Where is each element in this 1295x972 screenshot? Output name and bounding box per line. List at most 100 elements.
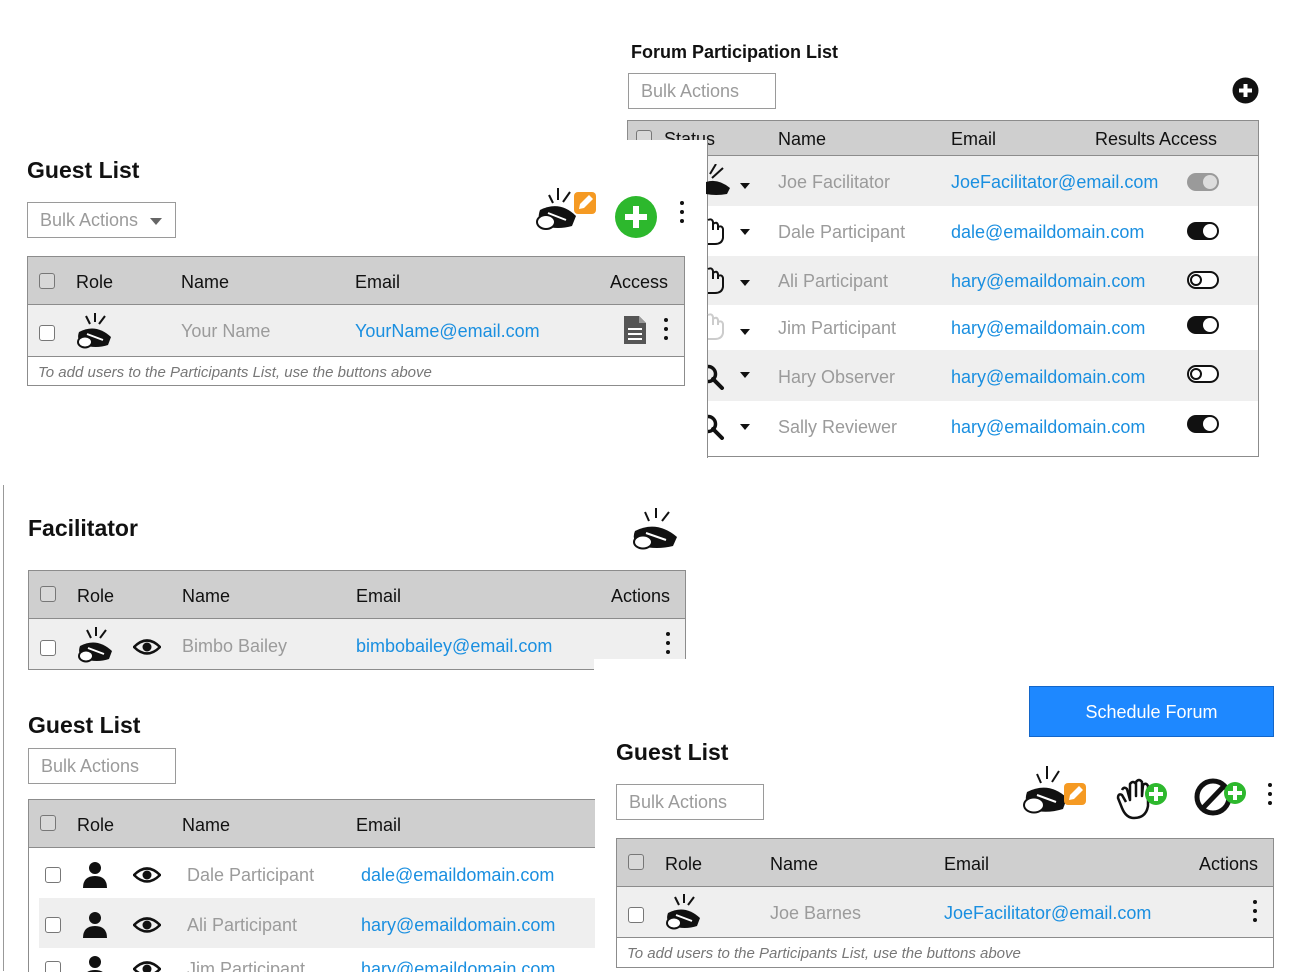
select-all-checkbox[interactable]: [40, 586, 56, 602]
kebab-menu-icon[interactable]: [680, 201, 684, 228]
add-no-entry-icon[interactable]: [1193, 776, 1249, 818]
document-icon[interactable]: [623, 315, 647, 345]
whistle-icon: [665, 894, 703, 930]
col-email: Email: [355, 272, 400, 293]
table-header: Role Name Email Access: [28, 257, 684, 305]
col-role: Role: [665, 854, 702, 875]
row-checkbox[interactable]: [45, 867, 61, 883]
col-email: Email: [356, 815, 401, 836]
participant-email[interactable]: JoeFacilitator@email.com: [951, 172, 1158, 193]
participant-name: Ali Participant: [778, 271, 888, 292]
role-dropdown-caret-icon[interactable]: [740, 329, 750, 335]
add-participant-plus-circle-icon[interactable]: [614, 195, 658, 239]
participant-name: Hary Observer: [778, 367, 895, 388]
col-name: Name: [182, 815, 230, 836]
kebab-menu-icon[interactable]: [1268, 783, 1272, 810]
col-name: Name: [770, 854, 818, 875]
table-row: Sally Reviewer hary@emaildomain.com: [628, 401, 1258, 456]
guest-email[interactable]: hary@emaildomain.com: [361, 959, 555, 972]
bulk-actions-label: Bulk Actions: [40, 210, 138, 230]
guest-list-hint: To add users to the Participants List, u…: [627, 945, 1021, 962]
table-row: Your Name YourName@email.com: [28, 305, 684, 357]
chevron-down-icon: [150, 218, 162, 225]
select-all-checkbox[interactable]: [39, 273, 55, 289]
kebab-menu-icon[interactable]: [664, 318, 668, 345]
row-checkbox[interactable]: [45, 961, 61, 972]
guest-bulk-actions[interactable]: Bulk Actions: [28, 748, 176, 784]
participant-email[interactable]: dale@emaildomain.com: [951, 222, 1144, 243]
add-plus-circle-icon[interactable]: [1232, 77, 1259, 104]
table-row: Joe Barnes JoeFacilitator@email.com: [617, 887, 1273, 938]
role-dropdown-caret-icon[interactable]: [740, 183, 750, 189]
table-row: Jim Participant hary@emaildomain.com: [29, 948, 595, 972]
table-header: Role Name Email Actions: [617, 839, 1273, 887]
whistle-edit-icon[interactable]: [534, 186, 598, 234]
participant-email[interactable]: hary@emaildomain.com: [951, 271, 1145, 292]
kebab-menu-icon[interactable]: [1253, 900, 1257, 927]
table-header: Status Name Email Results Access: [628, 121, 1258, 156]
role-dropdown-caret-icon[interactable]: [740, 372, 750, 378]
guest-bulk-actions[interactable]: Bulk Actions: [616, 784, 764, 820]
guest-bulk-actions[interactable]: Bulk Actions: [27, 202, 176, 238]
col-results-access: Results Access: [1095, 129, 1217, 150]
select-all-checkbox[interactable]: [628, 854, 644, 870]
whistle-icon: [77, 627, 115, 663]
facilitator-name: Bimbo Bailey: [182, 636, 287, 657]
guest-email[interactable]: dale@emaildomain.com: [361, 865, 554, 886]
col-name: Name: [182, 586, 230, 607]
whistle-icon[interactable]: [631, 508, 681, 550]
facilitator-table: Role Name Email Actions Bimbo Bailey bim…: [28, 570, 686, 670]
table-row: Ali Participant hary@emaildomain.com: [39, 898, 595, 948]
add-hand-icon[interactable]: [1116, 776, 1168, 820]
participant-name: Dale Participant: [778, 222, 905, 243]
col-role: Role: [77, 815, 114, 836]
col-name: Name: [778, 129, 826, 150]
frame-edge: [3, 485, 4, 971]
forum-bulk-actions[interactable]: Bulk Actions: [628, 73, 776, 109]
facilitator-title: Facilitator: [28, 515, 138, 542]
kebab-menu-icon[interactable]: [666, 632, 670, 659]
guest-name: Jim Participant: [187, 959, 305, 972]
row-checkbox[interactable]: [39, 325, 55, 341]
facilitator-email[interactable]: bimbobailey@email.com: [356, 636, 552, 657]
participant-email[interactable]: hary@emaildomain.com: [951, 417, 1145, 438]
eye-icon: [133, 960, 161, 972]
col-email: Email: [944, 854, 989, 875]
results-access-toggle[interactable]: [1187, 271, 1219, 289]
row-checkbox[interactable]: [40, 640, 56, 656]
col-name: Name: [181, 272, 229, 293]
guest-list-table: Role Name Email Dale Participant dale@em…: [28, 799, 595, 972]
guest-list-hint: To add users to the Participants List, u…: [38, 364, 432, 381]
participant-email[interactable]: hary@emaildomain.com: [951, 367, 1145, 388]
person-icon: [82, 861, 108, 889]
results-access-toggle[interactable]: [1187, 365, 1219, 383]
participant-name: Sally Reviewer: [778, 417, 897, 438]
guest-email[interactable]: hary@emaildomain.com: [361, 915, 555, 936]
results-access-toggle[interactable]: [1187, 316, 1219, 334]
whistle-edit-icon[interactable]: [1021, 764, 1087, 818]
guest-name: Ali Participant: [187, 915, 297, 936]
col-access: Access: [610, 272, 668, 293]
results-access-toggle[interactable]: [1187, 415, 1219, 433]
role-dropdown-caret-icon[interactable]: [740, 229, 750, 235]
role-dropdown-caret-icon[interactable]: [740, 280, 750, 286]
guest-email[interactable]: YourName@email.com: [355, 321, 540, 342]
table-header: Role Name Email Actions: [29, 571, 685, 619]
col-actions: Actions: [1199, 854, 1258, 875]
role-dropdown-caret-icon[interactable]: [740, 424, 750, 430]
guest-list-title: Guest List: [28, 712, 140, 739]
participant-email[interactable]: hary@emaildomain.com: [951, 318, 1145, 339]
row-checkbox[interactable]: [45, 917, 61, 933]
results-access-toggle[interactable]: [1187, 222, 1219, 240]
guest-email[interactable]: JoeFacilitator@email.com: [944, 903, 1151, 924]
guest-list-title: Guest List: [27, 157, 139, 184]
select-all-checkbox[interactable]: [40, 815, 56, 831]
schedule-forum-button[interactable]: Schedule Forum: [1029, 686, 1274, 737]
results-access-toggle[interactable]: [1187, 173, 1219, 191]
guest-list-title: Guest List: [616, 739, 728, 766]
col-actions: Actions: [611, 586, 670, 607]
eye-icon: [133, 866, 161, 884]
row-checkbox[interactable]: [628, 907, 644, 923]
col-email: Email: [356, 586, 401, 607]
guest-name: Your Name: [181, 321, 270, 342]
